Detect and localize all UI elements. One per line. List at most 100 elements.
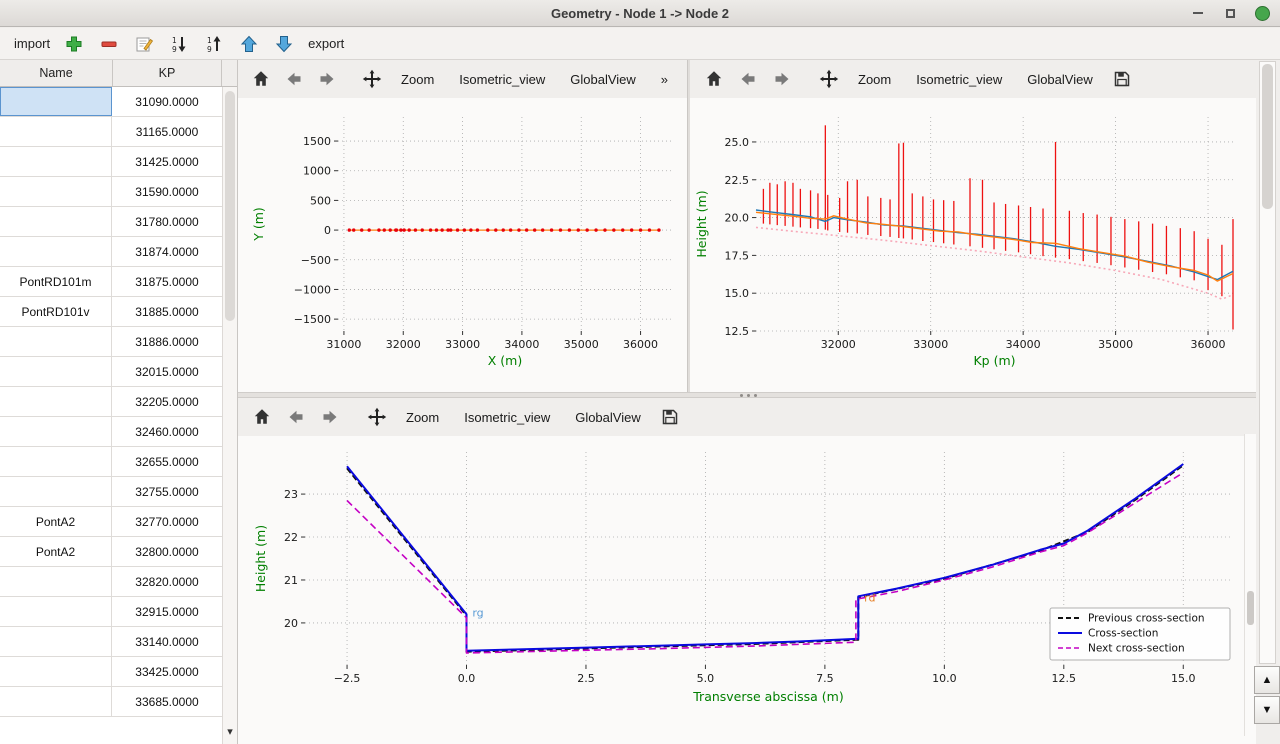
table-row[interactable]: 32820.0000: [0, 567, 222, 597]
import-button[interactable]: import: [14, 36, 50, 51]
move-up-button[interactable]: [238, 33, 260, 55]
cell-kp[interactable]: 31874.0000: [112, 237, 222, 266]
minimize-button[interactable]: [1190, 5, 1206, 21]
cell-name[interactable]: [0, 567, 112, 596]
forward-button[interactable]: [316, 404, 343, 431]
toolbar-overflow-button[interactable]: »: [652, 68, 677, 91]
cell-name[interactable]: [0, 447, 112, 476]
forward-button[interactable]: [314, 66, 340, 93]
table-scrollbar[interactable]: ▾: [222, 87, 237, 744]
table-row[interactable]: 32755.0000: [0, 477, 222, 507]
cell-name[interactable]: [0, 657, 112, 686]
globalview-button[interactable]: GlobalView: [1018, 68, 1102, 91]
cell-name[interactable]: [0, 417, 112, 446]
table-row[interactable]: 32015.0000: [0, 357, 222, 387]
isometric-view-button[interactable]: Isometric_view: [450, 68, 554, 91]
home-button[interactable]: [248, 404, 275, 431]
table-row[interactable]: 33685.0000: [0, 687, 222, 717]
cell-kp[interactable]: 32205.0000: [112, 387, 222, 416]
table-row[interactable]: 32205.0000: [0, 387, 222, 417]
globalview-button[interactable]: GlobalView: [566, 406, 650, 429]
cell-kp[interactable]: 32755.0000: [112, 477, 222, 506]
zoom-button[interactable]: Zoom: [849, 68, 900, 91]
export-button[interactable]: export: [308, 36, 344, 51]
sort-ascending-button[interactable]: 19: [203, 33, 225, 55]
zoom-button[interactable]: Zoom: [392, 68, 443, 91]
cell-name[interactable]: [0, 237, 112, 266]
home-button[interactable]: [700, 66, 727, 93]
cell-kp[interactable]: 32655.0000: [112, 447, 222, 476]
column-header-kp[interactable]: KP: [113, 60, 222, 86]
cell-name[interactable]: PontA2: [0, 537, 112, 566]
table-row[interactable]: 31090.0000: [0, 87, 222, 117]
home-button[interactable]: [248, 66, 274, 93]
table-row[interactable]: 33425.0000: [0, 657, 222, 687]
xy-plot-canvas[interactable]: 310003200033000340003500036000−1500−1000…: [238, 98, 687, 392]
add-row-button[interactable]: [63, 33, 85, 55]
globalview-button[interactable]: GlobalView: [561, 68, 645, 91]
table-row[interactable]: 33140.0000: [0, 627, 222, 657]
cell-name[interactable]: [0, 357, 112, 386]
table-row[interactable]: 31425.0000: [0, 147, 222, 177]
table-row[interactable]: PontRD101m31875.0000: [0, 267, 222, 297]
cell-kp[interactable]: 32460.0000: [112, 417, 222, 446]
cell-name[interactable]: [0, 387, 112, 416]
window-vertical-scrollbar[interactable]: [1259, 61, 1276, 664]
cell-kp[interactable]: 32800.0000: [112, 537, 222, 566]
cell-name[interactable]: [0, 627, 112, 656]
move-down-button[interactable]: [273, 33, 295, 55]
table-row[interactable]: 31590.0000: [0, 177, 222, 207]
cell-kp[interactable]: 32015.0000: [112, 357, 222, 386]
cell-kp[interactable]: 31165.0000: [112, 117, 222, 146]
table-row[interactable]: PontRD101v31885.0000: [0, 297, 222, 327]
cell-name[interactable]: [0, 597, 112, 626]
scroll-up-button[interactable]: ▲: [1254, 666, 1280, 694]
forward-button[interactable]: [768, 66, 795, 93]
cross-section-plot-canvas[interactable]: −2.50.02.55.07.510.012.515.020212223Tran…: [238, 436, 1244, 726]
cell-name[interactable]: [0, 87, 112, 116]
table-scrollbar-thumb[interactable]: [225, 91, 235, 321]
close-button[interactable]: [1254, 5, 1270, 21]
table-row[interactable]: 32655.0000: [0, 447, 222, 477]
cell-kp[interactable]: 31886.0000: [112, 327, 222, 356]
cell-name[interactable]: [0, 177, 112, 206]
table-row[interactable]: 32460.0000: [0, 417, 222, 447]
cell-kp[interactable]: 33425.0000: [112, 657, 222, 686]
save-button[interactable]: [1109, 66, 1136, 93]
back-button[interactable]: [281, 66, 307, 93]
cell-name[interactable]: PontRD101m: [0, 267, 112, 296]
back-button[interactable]: [734, 66, 761, 93]
cell-kp[interactable]: 31875.0000: [112, 267, 222, 296]
cell-kp[interactable]: 33140.0000: [112, 627, 222, 656]
cell-kp[interactable]: 32915.0000: [112, 597, 222, 626]
cell-name[interactable]: [0, 207, 112, 236]
edit-button[interactable]: [133, 33, 155, 55]
table-row[interactable]: 31886.0000: [0, 327, 222, 357]
cell-kp[interactable]: 31090.0000: [112, 87, 222, 116]
cell-name[interactable]: [0, 687, 112, 716]
cell-name[interactable]: [0, 477, 112, 506]
table-row[interactable]: 32915.0000: [0, 597, 222, 627]
cell-kp[interactable]: 33685.0000: [112, 687, 222, 716]
back-button[interactable]: [282, 404, 309, 431]
cell-kp[interactable]: 31590.0000: [112, 177, 222, 206]
isometric-view-button[interactable]: Isometric_view: [455, 406, 559, 429]
save-button[interactable]: [657, 404, 684, 431]
pan-button[interactable]: [363, 404, 390, 431]
cell-kp[interactable]: 31425.0000: [112, 147, 222, 176]
cell-kp[interactable]: 31885.0000: [112, 297, 222, 326]
cell-kp[interactable]: 32820.0000: [112, 567, 222, 596]
table-row[interactable]: 31874.0000: [0, 237, 222, 267]
cell-name[interactable]: PontRD101v: [0, 297, 112, 326]
cell-name[interactable]: [0, 327, 112, 356]
pan-button[interactable]: [359, 66, 385, 93]
table-row[interactable]: PontA232770.0000: [0, 507, 222, 537]
table-row[interactable]: PontA232800.0000: [0, 537, 222, 567]
table-scroll-down-button[interactable]: ▾: [223, 725, 237, 738]
cell-name[interactable]: [0, 117, 112, 146]
delete-row-button[interactable]: [98, 33, 120, 55]
zoom-button[interactable]: Zoom: [397, 406, 448, 429]
window-scrollbar-thumb[interactable]: [1262, 64, 1273, 209]
maximize-button[interactable]: [1222, 5, 1238, 21]
column-header-name[interactable]: Name: [0, 60, 113, 86]
